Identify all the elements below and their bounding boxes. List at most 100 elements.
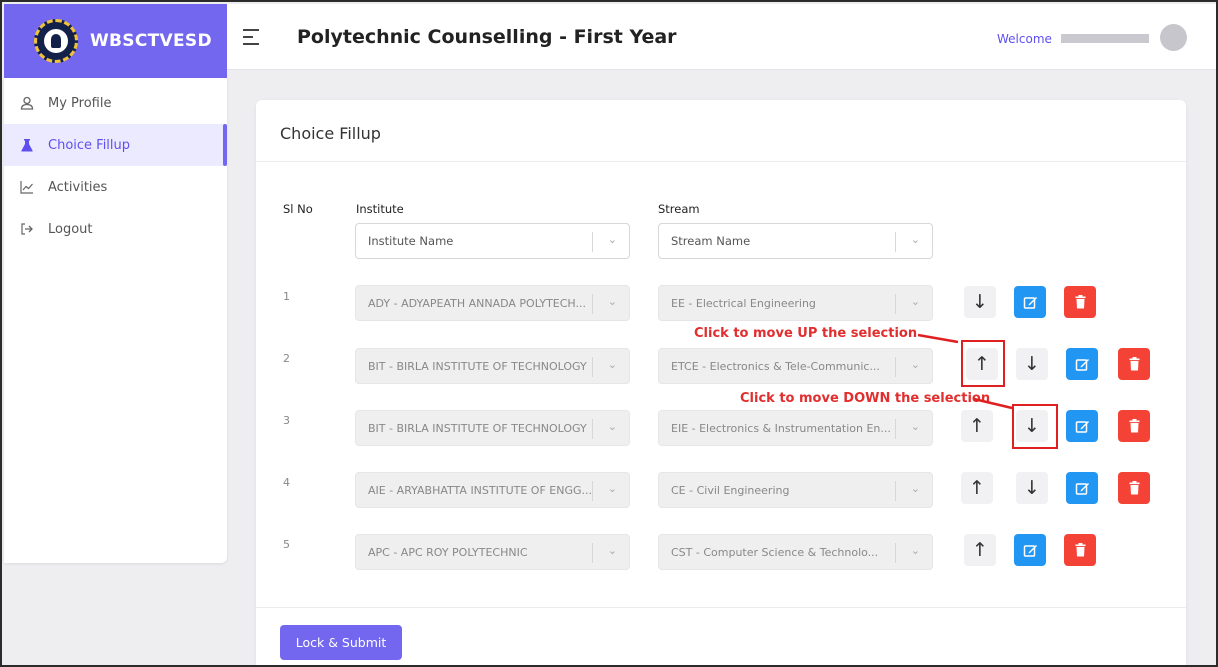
edit-icon — [1023, 296, 1037, 309]
divider — [256, 607, 1186, 608]
row-institute-select[interactable]: BIT - BIRLA INSTITUTE OF TECHNOLOGY ⌄ — [355, 410, 630, 446]
sidebar-item-choice-fillup[interactable]: Choice Fillup — [4, 124, 227, 166]
sidebar-item-my-profile[interactable]: My Profile — [4, 82, 227, 124]
move-up-button[interactable]: ↑ — [964, 534, 996, 566]
brand-name: WBSCTVESD — [90, 31, 212, 51]
brand-bar[interactable]: WBSCTVESD — [4, 4, 227, 78]
flask-icon — [20, 138, 34, 152]
row-stream-select[interactable]: ETCE - Electronics & Tele-Communic... ⌄ — [658, 348, 933, 384]
chevron-down-icon: ⌄ — [607, 233, 617, 246]
stream-value: EE - Electrical Engineering — [671, 296, 816, 310]
chevron-down-icon: ⌄ — [910, 358, 920, 371]
delete-button[interactable] — [1064, 286, 1096, 318]
institute-value: BIT - BIRLA INSTITUTE OF TECHNOLOGY — [368, 421, 587, 435]
header-stream: Stream — [658, 202, 700, 216]
edit-icon — [1023, 544, 1037, 557]
arrow-down-icon: ↓ — [1024, 353, 1040, 375]
edit-icon — [1075, 358, 1089, 371]
arrow-up-icon: ↑ — [969, 477, 985, 499]
stream-value: ETCE - Electronics & Tele-Communic... — [671, 359, 880, 373]
move-down-button[interactable]: ↓ — [964, 286, 996, 318]
sidebar-item-label: Choice Fillup — [48, 137, 131, 153]
trash-icon — [1129, 357, 1139, 371]
trash-icon — [1129, 419, 1139, 433]
sidebar-item-activities[interactable]: Activities — [4, 166, 227, 208]
edit-button[interactable] — [1066, 348, 1098, 380]
stream-value: EIE - Electronics & Instrumentation En..… — [671, 421, 891, 435]
row-stream-select[interactable]: CE - Civil Engineering ⌄ — [658, 472, 933, 508]
chevron-down-icon: ⌄ — [910, 233, 920, 246]
annotation-move-down: Click to move DOWN the selection — [740, 391, 991, 406]
row-institute-select[interactable]: AIE - ARYABHATTA INSTITUTE OF ENGG... ⌄ — [355, 472, 630, 508]
app-frame: WBSCTVESD Polytechnic Counselling - Firs… — [0, 0, 1218, 667]
delete-button[interactable] — [1118, 410, 1150, 442]
move-down-button[interactable]: ↓ — [1016, 348, 1048, 380]
annotation-move-up: Click to move UP the selection — [694, 326, 918, 341]
row-sl-no: 1 — [283, 290, 290, 303]
row-sl-no: 3 — [283, 414, 290, 427]
user-icon — [20, 96, 34, 110]
choice-fillup-card: Choice Fillup Sl No Institute Stream Ins… — [256, 100, 1186, 665]
logout-icon — [20, 222, 34, 236]
arrow-down-icon: ↓ — [972, 291, 988, 313]
row-institute-select[interactable]: ADY - ADYAPEATH ANNADA POLYTECH... ⌄ — [355, 285, 630, 321]
page-title: Polytechnic Counselling - First Year — [297, 25, 677, 48]
row-sl-no: 2 — [283, 352, 290, 365]
chevron-down-icon: ⌄ — [910, 295, 920, 308]
card-title: Choice Fillup — [280, 124, 381, 143]
row-stream-select[interactable]: CST - Computer Science & Technolo... ⌄ — [658, 534, 933, 570]
institute-value: ADY - ADYAPEATH ANNADA POLYTECH... — [368, 296, 587, 310]
chevron-down-icon: ⌄ — [910, 482, 920, 495]
stream-value: CST - Computer Science & Technolo... — [671, 545, 879, 559]
chart-line-icon — [20, 180, 34, 194]
lock-submit-button[interactable]: Lock & Submit — [280, 625, 402, 660]
edit-button[interactable] — [1066, 472, 1098, 504]
logo-icon — [34, 19, 78, 63]
row-stream-select[interactable]: EE - Electrical Engineering ⌄ — [658, 285, 933, 321]
welcome-text: Welcome — [997, 32, 1052, 46]
trash-icon — [1129, 481, 1139, 495]
chevron-down-icon: ⌄ — [910, 420, 920, 433]
stream-value: CE - Civil Engineering — [671, 483, 790, 497]
menu-toggle-icon[interactable] — [243, 28, 261, 45]
stream-filter-placeholder: Stream Name — [671, 234, 751, 248]
annotation-arrow-down — [973, 397, 1013, 410]
sidebar: My Profile Choice Fillup Activities Logo… — [4, 78, 227, 563]
avatar[interactable] — [1160, 24, 1187, 51]
header-institute: Institute — [356, 202, 404, 216]
arrow-up-icon: ↑ — [969, 415, 985, 437]
chevron-down-icon: ⌄ — [607, 420, 617, 433]
institute-filter-select[interactable]: Institute Name ⌄ — [355, 223, 630, 259]
sidebar-item-logout[interactable]: Logout — [4, 208, 227, 250]
row-stream-select[interactable]: EIE - Electronics & Instrumentation En..… — [658, 410, 933, 446]
divider — [256, 161, 1186, 162]
institute-value: APC - APC ROY POLYTECHNIC — [368, 545, 528, 559]
chevron-down-icon: ⌄ — [607, 358, 617, 371]
sidebar-item-label: My Profile — [48, 95, 112, 111]
delete-button[interactable] — [1118, 472, 1150, 504]
row-institute-select[interactable]: BIT - BIRLA INSTITUTE OF TECHNOLOGY ⌄ — [355, 348, 630, 384]
move-down-button[interactable]: ↓ — [1016, 472, 1048, 504]
delete-button[interactable] — [1118, 348, 1150, 380]
sidebar-item-label: Activities — [48, 179, 108, 195]
highlight-up-button — [961, 340, 1005, 387]
header-sl-no: Sl No — [283, 202, 313, 216]
move-up-button[interactable]: ↑ — [961, 410, 993, 442]
chevron-down-icon: ⌄ — [910, 544, 920, 557]
row-sl-no: 5 — [283, 538, 290, 551]
edit-icon — [1075, 482, 1089, 495]
edit-button[interactable] — [1066, 410, 1098, 442]
edit-button[interactable] — [1014, 286, 1046, 318]
arrow-down-icon: ↓ — [1024, 477, 1040, 499]
sidebar-item-label: Logout — [48, 221, 93, 237]
annotation-arrow-up — [917, 333, 959, 344]
move-up-button[interactable]: ↑ — [961, 472, 993, 504]
edit-button[interactable] — [1014, 534, 1046, 566]
top-header: Polytechnic Counselling - First Year Wel… — [227, 4, 1216, 70]
institute-value: BIT - BIRLA INSTITUTE OF TECHNOLOGY — [368, 359, 587, 373]
row-institute-select[interactable]: APC - APC ROY POLYTECHNIC ⌄ — [355, 534, 630, 570]
stream-filter-select[interactable]: Stream Name ⌄ — [658, 223, 933, 259]
delete-button[interactable] — [1064, 534, 1096, 566]
trash-icon — [1075, 295, 1085, 309]
chevron-down-icon: ⌄ — [607, 482, 617, 495]
